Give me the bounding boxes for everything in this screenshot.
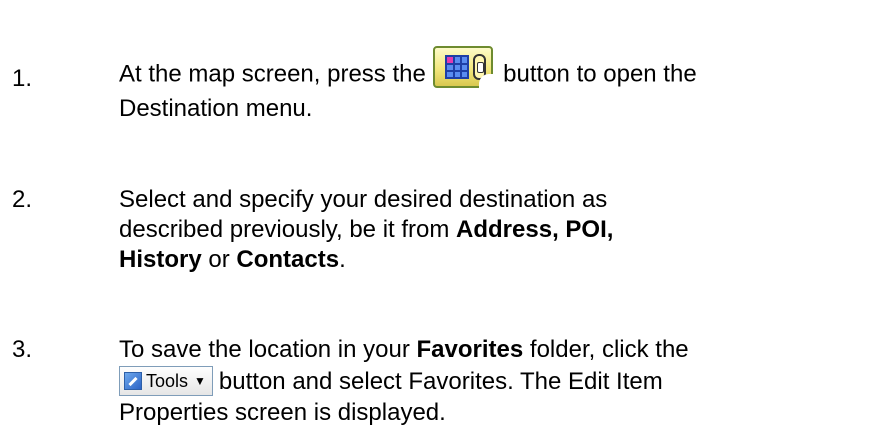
step-number: 3.	[12, 336, 33, 363]
tools-icon	[124, 371, 142, 390]
tools-button[interactable]: Tools ▼	[119, 365, 213, 396]
tools-label: Tools	[146, 370, 189, 391]
step-text: To save the location in your Favorites f…	[119, 336, 689, 426]
destination-menu-button[interactable]	[432, 46, 493, 88]
chevron-down-icon: ▼	[194, 373, 206, 388]
step-text: Select and specify your desired destinat…	[119, 186, 614, 273]
grid-icon	[444, 55, 469, 79]
step-number: 1.	[12, 65, 33, 92]
step-number: 2.	[12, 186, 33, 213]
